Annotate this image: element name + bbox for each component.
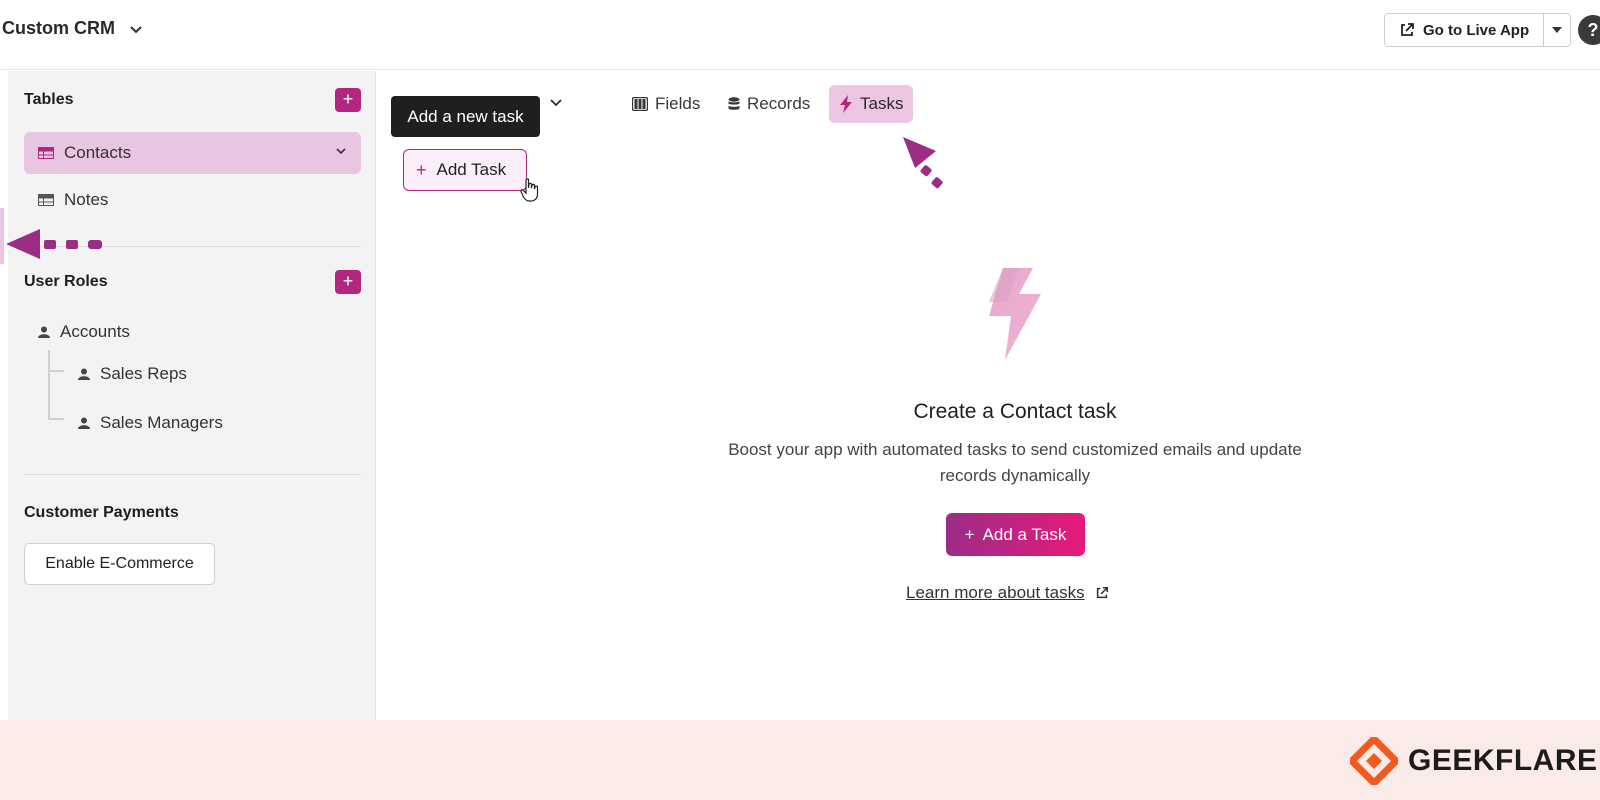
go-to-live-app-button[interactable]: Go to Live App (1385, 14, 1545, 46)
role-label: Accounts (60, 322, 130, 341)
user-roles-section-title: User Roles (24, 273, 108, 290)
sidebar-item-label: Notes (64, 190, 109, 209)
enable-ecommerce-button[interactable]: Enable E-Commerce (24, 543, 215, 585)
role-label: Sales Reps (100, 364, 187, 383)
tab-records[interactable]: Records (718, 85, 820, 123)
add-a-task-button[interactable]: + Add a Task (946, 513, 1085, 556)
lightning-icon (840, 95, 852, 113)
chevron-down-icon[interactable] (335, 145, 347, 157)
add-user-role-button[interactable]: + (335, 270, 361, 294)
role-item-sales-managers[interactable]: Sales Managers (78, 413, 223, 433)
add-task-label: Add Task (436, 160, 507, 179)
app-switcher[interactable]: Custom CRM (2, 18, 143, 39)
role-item-accounts[interactable]: Accounts (38, 322, 130, 342)
geekflare-logo-icon (1350, 737, 1398, 785)
table-icon (38, 147, 54, 159)
table-icon (38, 194, 54, 206)
external-link-icon (1096, 586, 1108, 599)
user-icon (78, 417, 90, 429)
learn-more-link[interactable]: Learn more about tasks (906, 583, 1109, 603)
learn-more-label: Learn more about tasks (906, 583, 1085, 602)
chevron-down-icon (130, 25, 142, 33)
live-app-button-group: Go to Live App (1384, 13, 1572, 47)
help-button[interactable]: ? (1578, 15, 1600, 45)
sidebar-item-notes[interactable]: Notes (24, 179, 361, 221)
plus-icon: + (964, 524, 975, 544)
role-item-sales-reps[interactable]: Sales Reps (78, 364, 187, 384)
tab-label: Records (747, 94, 811, 113)
sidebar: Tables + Contacts Notes User Roles + Acc… (8, 71, 376, 720)
sidebar-item-contacts[interactable]: Contacts (24, 132, 361, 174)
annotation-arrow-up-left-icon (903, 137, 943, 189)
brand-logo: GEEKFLARE (1350, 737, 1598, 785)
plus-icon: + (342, 271, 354, 291)
tree-connector (48, 350, 64, 420)
add-task-tooltip: Add a new task (391, 96, 540, 137)
add-a-task-label: Add a Task (982, 524, 1067, 544)
top-bar: Custom CRM Go to Live App ? (0, 0, 1600, 70)
sidebar-item-label: Contacts (64, 143, 132, 162)
plus-icon: + (342, 89, 354, 109)
customer-payments-section-title: Customer Payments (24, 504, 179, 521)
collapsed-panel-edge (0, 208, 4, 264)
app-title: Custom CRM (2, 18, 115, 38)
tab-tasks[interactable]: Tasks (829, 85, 914, 123)
chevron-down-icon[interactable] (549, 96, 563, 110)
user-icon (38, 326, 50, 338)
database-icon (728, 97, 740, 110)
hand-cursor-icon (520, 178, 539, 202)
empty-state-title: Create a Contact task (913, 400, 1117, 423)
external-link-icon (1401, 23, 1414, 36)
add-table-button[interactable]: + (335, 88, 361, 112)
go-to-live-app-label: Go to Live App (1423, 21, 1530, 39)
user-icon (78, 368, 90, 380)
tab-label: Tasks (860, 94, 904, 113)
section-divider (24, 246, 361, 247)
lightning-illustration-icon (989, 268, 1041, 360)
brand-name: GEEKFLARE (1408, 744, 1598, 777)
caret-down-icon (1552, 27, 1563, 33)
empty-state-description: Boost your app with automated tasks to s… (728, 440, 1302, 485)
columns-icon (632, 97, 648, 111)
role-label: Sales Managers (100, 413, 223, 432)
section-divider (24, 474, 361, 475)
tab-fields[interactable]: Fields (622, 85, 710, 123)
tab-label: Fields (655, 94, 701, 113)
live-app-dropdown-button[interactable] (1544, 14, 1570, 46)
add-task-button[interactable]: + Add Task (403, 149, 527, 191)
plus-icon: + (416, 159, 427, 180)
tables-section-title: Tables (24, 91, 74, 108)
help-icon: ? (1587, 19, 1599, 40)
